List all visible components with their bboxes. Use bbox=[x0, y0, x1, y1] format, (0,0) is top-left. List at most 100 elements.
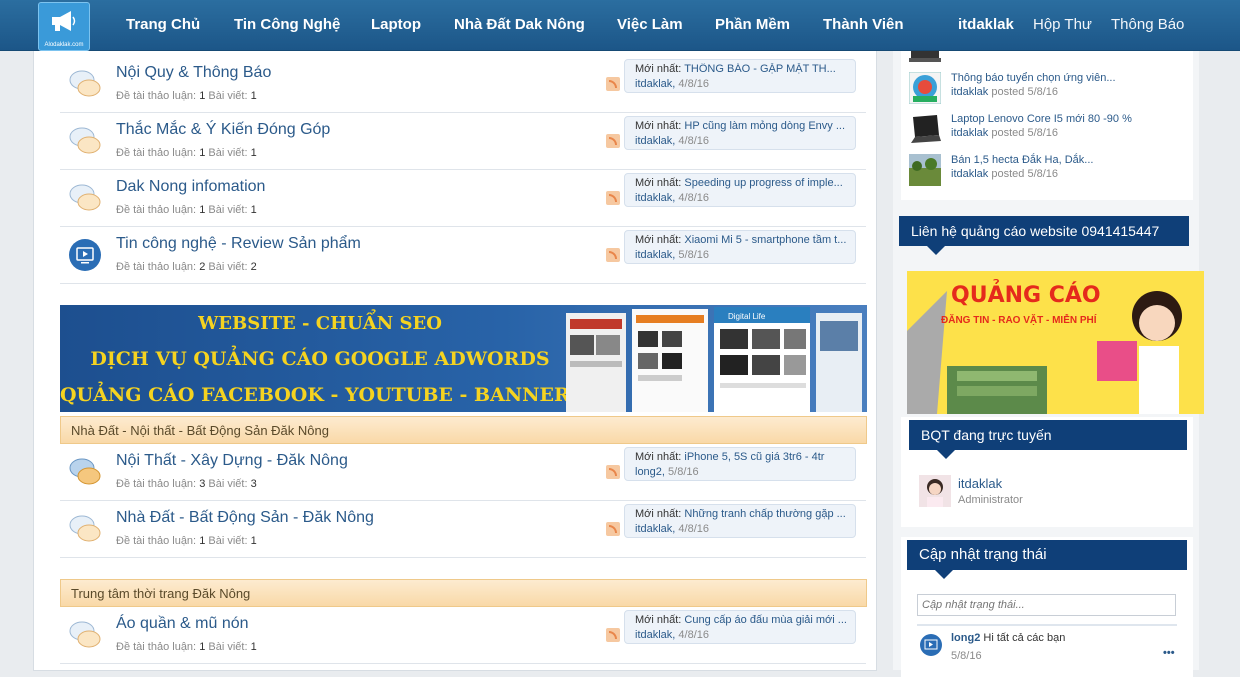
latest-thread-link[interactable]: Speeding up progress of imple... bbox=[684, 177, 842, 189]
nav-item-tech-news[interactable]: Tin Công Nghệ bbox=[234, 0, 340, 50]
nav-item-jobs[interactable]: Việc Làm bbox=[617, 0, 683, 50]
laptop-thumbnail[interactable] bbox=[909, 113, 941, 145]
recent-post-meta: itdaklak posted 5/8/16 bbox=[951, 127, 1059, 139]
latest-user[interactable]: itdaklak bbox=[635, 629, 672, 641]
forum-title[interactable]: Dak Nong infomation bbox=[116, 178, 265, 196]
forum-node[interactable]: Áo quần & mũ nón Đề tài thảo luận: 1 Bài… bbox=[60, 607, 866, 664]
forum-title[interactable]: Nội Quy & Thông Báo bbox=[116, 64, 271, 82]
forum-title[interactable]: Nội Thất - Xây Dựng - Đăk Nông bbox=[116, 452, 348, 470]
nav-alerts-link[interactable]: Thông Báo bbox=[1111, 0, 1184, 50]
screenshot-caption: Digital Life bbox=[728, 312, 766, 321]
recent-post-meta: itdaklak posted 5/8/16 bbox=[951, 86, 1059, 98]
advertising-banner[interactable]: QUẢNG CÁO ĐĂNG TIN - RAO VẶT - MIỄN PHÍ bbox=[907, 271, 1204, 414]
latest-user[interactable]: itdaklak bbox=[635, 192, 672, 204]
status-post-user[interactable]: long2 bbox=[951, 632, 980, 644]
status-post: long2 Hi tất cả các bạn bbox=[951, 632, 1066, 644]
forum-title[interactable]: Nhà Đất - Bất Động Sản - Đăk Nông bbox=[116, 509, 374, 527]
video-play-icon bbox=[69, 239, 101, 271]
nav-item-home[interactable]: Trang Chủ bbox=[126, 0, 200, 50]
ad-title: QUẢNG CÁO bbox=[951, 283, 1101, 308]
sidebar: Thông báo tuyển chọn ứng viên... itdakla… bbox=[893, 38, 1204, 677]
forum-title[interactable]: Tin công nghệ - Review Sản phẩm bbox=[116, 235, 361, 253]
rss-icon[interactable] bbox=[606, 522, 620, 536]
forum-node[interactable]: Thắc Mắc & Ý Kiến Đóng Góp Đề tài thảo l… bbox=[60, 113, 866, 170]
speech-bubbles-active-icon bbox=[69, 458, 101, 485]
latest-thread-link[interactable]: iPhone 5, 5S cũ giá 3tr6 - 4tr bbox=[684, 451, 824, 463]
latest-post-box[interactable]: Mới nhất: THÔNG BÁO - GẶP MẶT TH... itda… bbox=[624, 59, 856, 93]
latest-thread-link[interactable]: Xiaomi Mi 5 - smartphone tầm t... bbox=[684, 234, 846, 246]
latest-post-box[interactable]: Mới nhất: Những tranh chấp thường gặp ..… bbox=[624, 504, 856, 538]
forum-node[interactable]: Tin công nghệ - Review Sản phẩm Đề tài t… bbox=[60, 227, 866, 284]
latest-post-box[interactable]: Mới nhất: HP cũng làm mỏng dòng Envy ...… bbox=[624, 116, 856, 150]
latest-user[interactable]: long2 bbox=[635, 466, 662, 478]
recent-post-title[interactable]: Bán 1,5 hecta Đắk Ha, Dắk... bbox=[951, 154, 1093, 166]
latest-user[interactable]: itdaklak bbox=[635, 249, 672, 261]
top-navigation-bar: Alodaklak.com Trang Chủ Tin Công Nghệ La… bbox=[0, 0, 1240, 51]
ad-subtitle: ĐĂNG TIN - RAO VẶT - MIỄN PHÍ bbox=[941, 315, 1097, 326]
recent-post-item[interactable]: Laptop Lenovo Core I5 mới 80 -90 % itdak… bbox=[909, 113, 1189, 153]
latest-post-box[interactable]: Mới nhất: Cung cấp áo đấu mùa giải mới .… bbox=[624, 610, 856, 644]
speech-bubbles-icon bbox=[69, 127, 101, 154]
forum-node[interactable]: Dak Nong infomation Đề tài thảo luận: 1 … bbox=[60, 170, 866, 227]
staff-name[interactable]: itdaklak bbox=[958, 476, 1002, 491]
banner-line-3: QUẢNG CÁO FACEBOOK - YOUTUBE - BANNER-..… bbox=[60, 384, 598, 406]
rss-icon[interactable] bbox=[606, 134, 620, 148]
site-logo[interactable]: Alodaklak.com bbox=[38, 2, 90, 51]
status-input[interactable] bbox=[917, 594, 1176, 616]
staff-role: Administrator bbox=[958, 494, 1023, 506]
speech-bubbles-icon bbox=[69, 515, 101, 542]
forum-stats: Đề tài thảo luận: 3 Bài viết: 3 bbox=[116, 478, 257, 490]
recent-post-title[interactable]: Laptop Lenovo Core I5 mới 80 -90 % bbox=[951, 113, 1132, 125]
ad-contact-header: Liên hệ quảng cáo website 0941415447 bbox=[899, 216, 1189, 255]
nav-item-laptop[interactable]: Laptop bbox=[371, 0, 421, 50]
banner-line-1: WEBSITE - CHUẨN SEO bbox=[198, 313, 442, 334]
category-header[interactable]: Nhà Đất - Nội thất - Bất Động Sản Đăk Nô… bbox=[60, 416, 867, 444]
latest-post-box[interactable]: Mới nhất: Speeding up progress of imple.… bbox=[624, 173, 856, 207]
latest-user[interactable]: itdaklak bbox=[635, 523, 672, 535]
latest-thread-link[interactable]: Cung cấp áo đấu mùa giải mới ... bbox=[684, 614, 847, 626]
latest-thread-link[interactable]: THÔNG BÁO - GẶP MẶT TH... bbox=[684, 63, 836, 75]
latest-user[interactable]: itdaklak bbox=[635, 135, 672, 147]
forum-title[interactable]: Thắc Mắc & Ý Kiến Đóng Góp bbox=[116, 121, 330, 139]
forum-stats: Đề tài thảo luận: 2 Bài viết: 2 bbox=[116, 261, 257, 273]
forum-title[interactable]: Áo quần & mũ nón bbox=[116, 615, 249, 633]
forum-node[interactable]: Nội Quy & Thông Báo Đề tài thảo luận: 1 … bbox=[60, 56, 866, 113]
rss-icon[interactable] bbox=[606, 77, 620, 91]
status-post-date: 5/8/16 bbox=[951, 650, 982, 662]
nav-user-link[interactable]: itdaklak bbox=[958, 0, 1014, 50]
status-update-header: Cập nhật trạng thái bbox=[907, 540, 1187, 579]
rss-icon[interactable] bbox=[606, 628, 620, 642]
divider bbox=[917, 624, 1177, 626]
recent-post-item[interactable]: Thông báo tuyển chọn ứng viên... itdakla… bbox=[909, 72, 1189, 112]
forum-stats: Đề tài thảo luận: 1 Bài viết: 1 bbox=[116, 147, 257, 159]
latest-thread-link[interactable]: HP cũng làm mỏng dòng Envy ... bbox=[684, 120, 845, 132]
recruitment-thumbnail[interactable] bbox=[909, 72, 941, 104]
speech-bubbles-icon bbox=[69, 70, 101, 97]
forum-node[interactable]: Nội Thất - Xây Dựng - Đăk Nông Đề tài th… bbox=[60, 444, 866, 501]
status-user-avatar[interactable] bbox=[919, 633, 943, 657]
latest-post-box[interactable]: Mới nhất: iPhone 5, 5S cũ giá 3tr6 - 4tr… bbox=[624, 447, 856, 481]
speech-bubbles-icon bbox=[69, 621, 101, 648]
staff-avatar[interactable] bbox=[919, 475, 951, 507]
rss-icon[interactable] bbox=[606, 465, 620, 479]
latest-post-box[interactable]: Mới nhất: Xiaomi Mi 5 - smartphone tầm t… bbox=[624, 230, 856, 264]
more-options-icon[interactable]: ••• bbox=[1163, 647, 1175, 659]
seo-ad-banner[interactable]: WEBSITE - CHUẨN SEO DỊCH VỤ QUẢNG CÁO GO… bbox=[60, 305, 867, 412]
rss-icon[interactable] bbox=[606, 191, 620, 205]
nav-item-software[interactable]: Phần Mềm bbox=[715, 0, 790, 50]
recent-post-meta: itdaklak posted 5/8/16 bbox=[951, 168, 1059, 180]
megaphone-icon bbox=[52, 11, 76, 31]
latest-user[interactable]: itdaklak bbox=[635, 78, 672, 90]
category-header[interactable]: Trung tâm thời trang Đăk Nông bbox=[60, 579, 867, 607]
nav-item-members[interactable]: Thành Viên bbox=[823, 0, 904, 50]
nav-item-real-estate[interactable]: Nhà Đất Dak Nông bbox=[454, 0, 585, 50]
land-thumbnail[interactable] bbox=[909, 154, 941, 186]
recent-post-item[interactable]: Bán 1,5 hecta Đắk Ha, Dắk... itdaklak po… bbox=[909, 154, 1189, 194]
forum-node[interactable]: Nhà Đất - Bất Động Sản - Đăk Nông Đề tài… bbox=[60, 501, 866, 558]
rss-icon[interactable] bbox=[606, 248, 620, 262]
forum-stats: Đề tài thảo luận: 1 Bài viết: 1 bbox=[116, 90, 257, 102]
nav-inbox-link[interactable]: Hộp Thư bbox=[1033, 0, 1092, 50]
latest-thread-link[interactable]: Những tranh chấp thường gặp ... bbox=[684, 508, 845, 520]
speech-bubbles-icon bbox=[69, 184, 101, 211]
recent-post-title[interactable]: Thông báo tuyển chọn ứng viên... bbox=[951, 72, 1116, 84]
